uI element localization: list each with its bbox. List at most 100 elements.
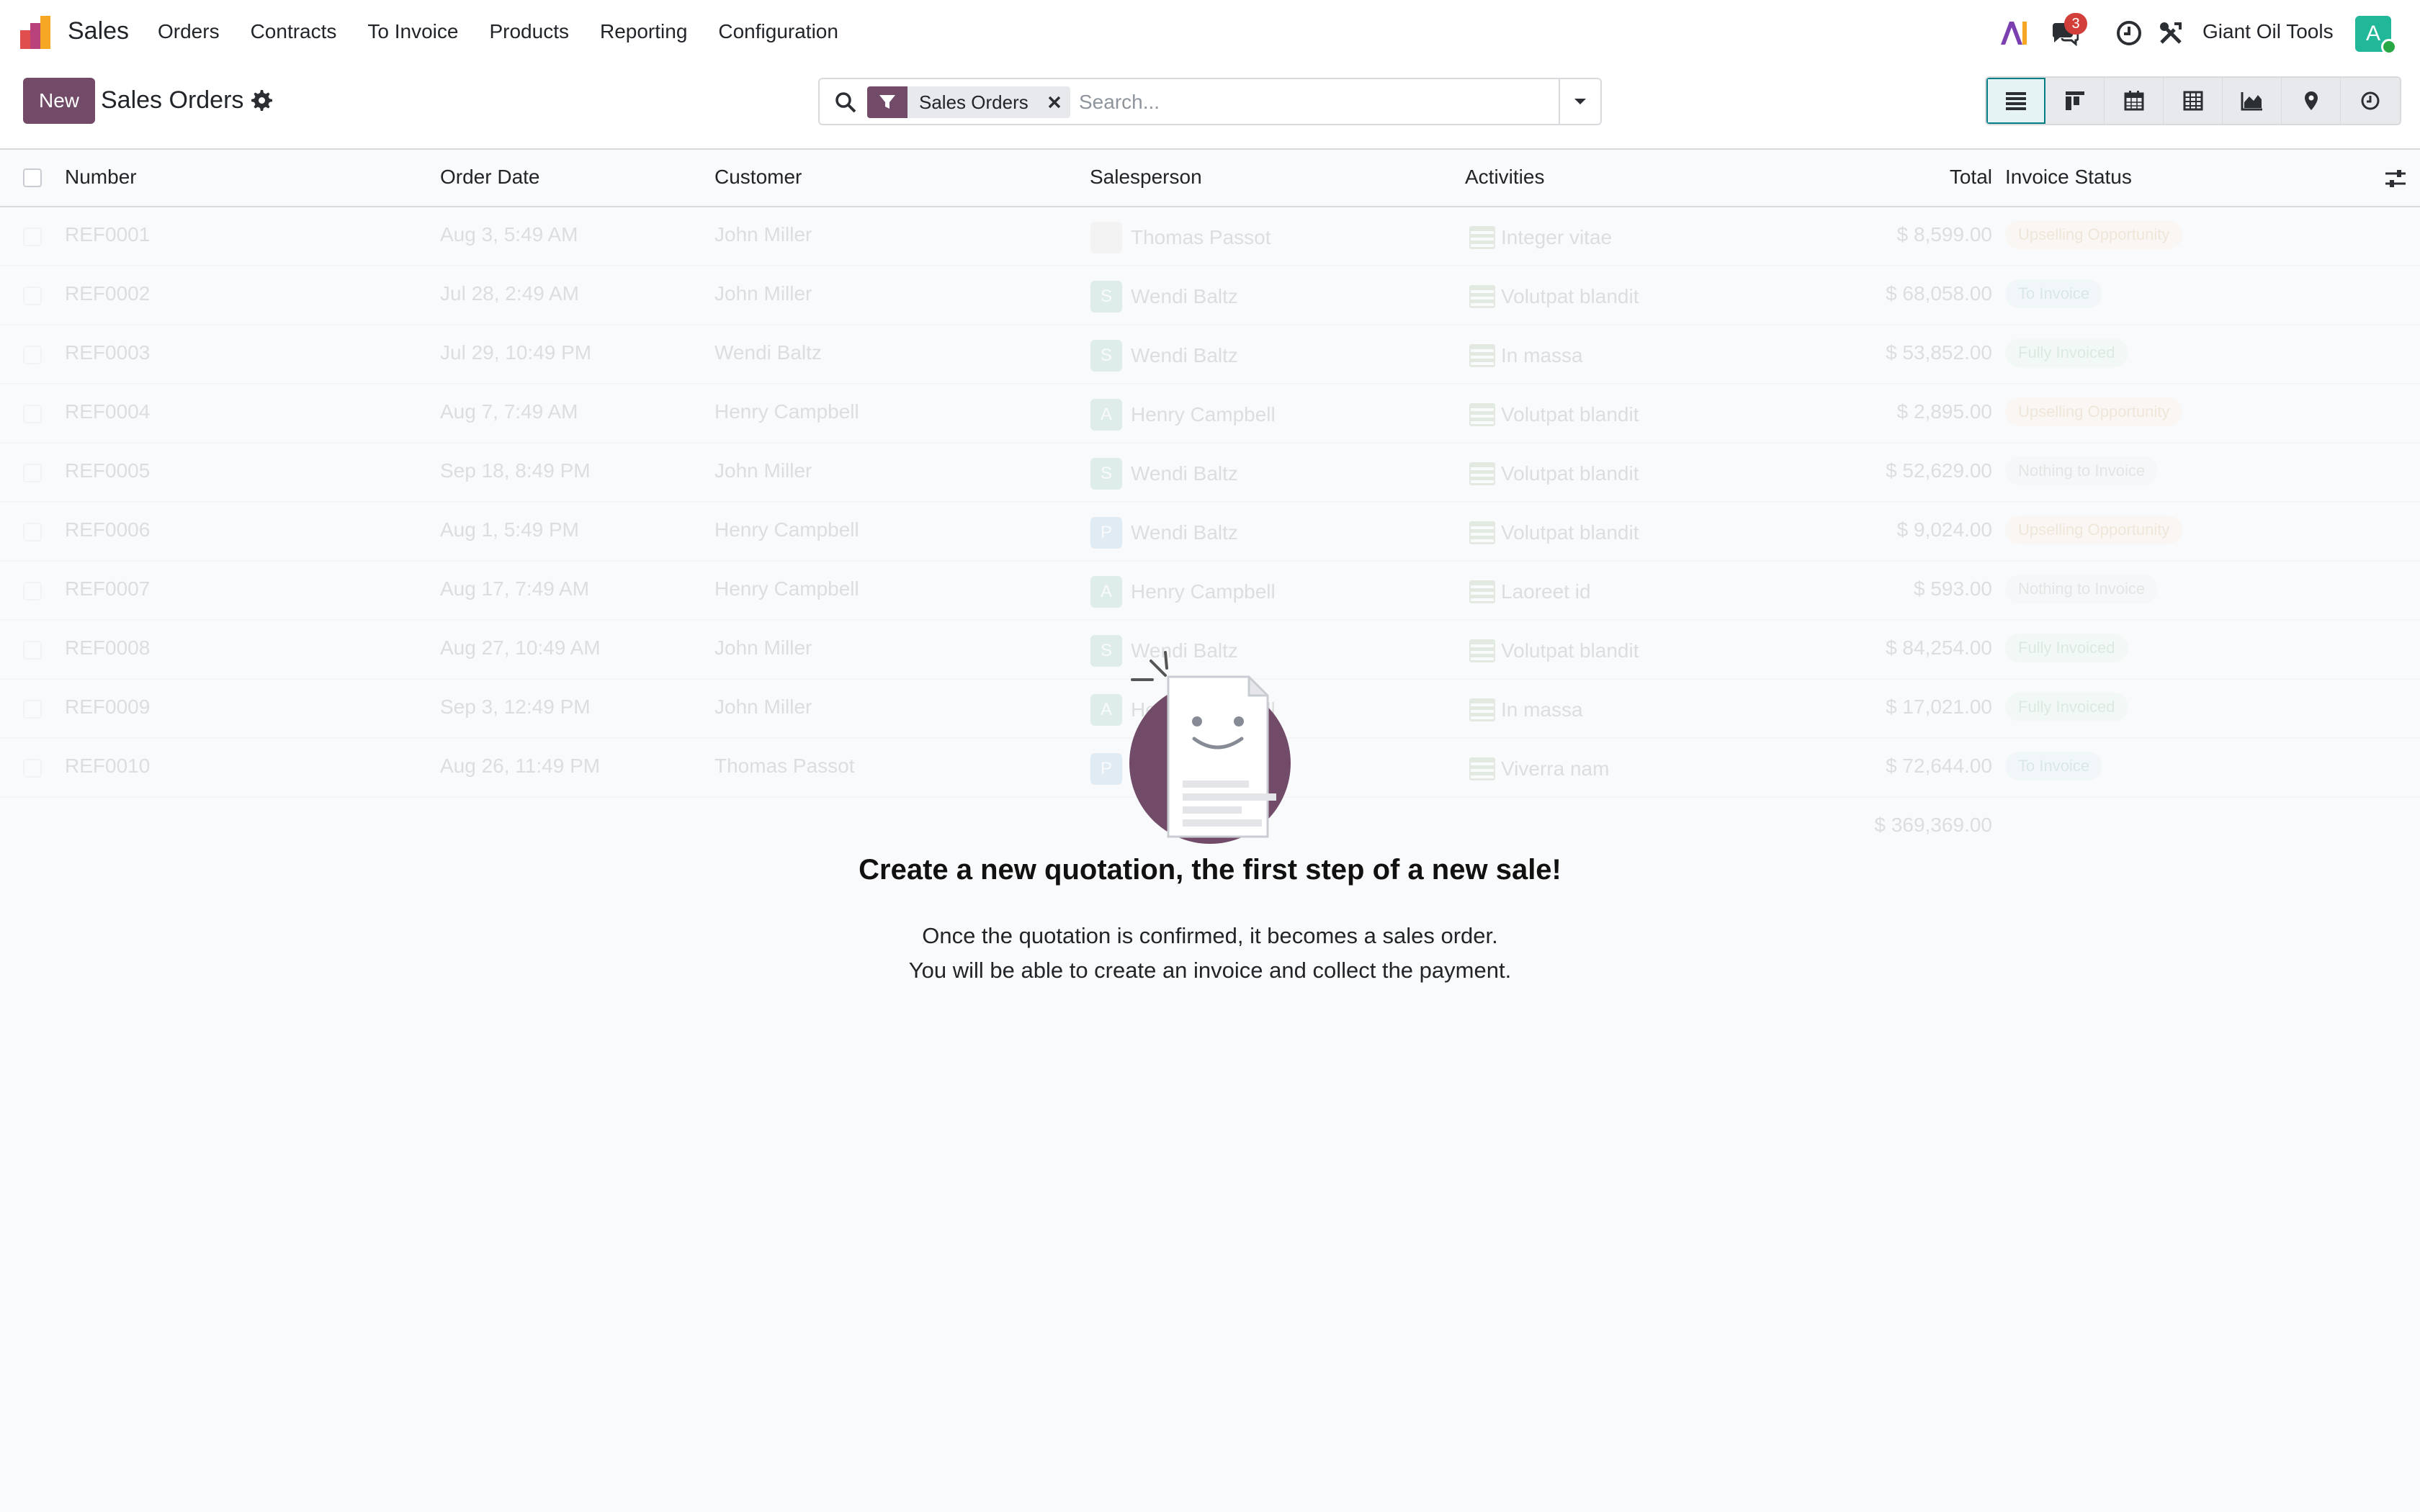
main-menu: Orders Contracts To Invoice Products Rep… [158, 20, 869, 43]
cell-total: $ 53,852.00 [1886, 341, 1992, 364]
menu-products[interactable]: Products [489, 20, 569, 43]
menu-orders[interactable]: Orders [158, 20, 220, 43]
search-options-toggle[interactable] [1559, 79, 1600, 124]
salesperson-avatar: A [1090, 694, 1122, 726]
app-name[interactable]: Sales [68, 17, 129, 45]
caret-down-icon [1574, 99, 1586, 104]
row-checkbox[interactable] [23, 405, 42, 423]
cell-order-date: Aug 1, 5:49 PM [440, 518, 580, 541]
activity-icon[interactable] [1469, 403, 1495, 426]
map-view-button[interactable] [2282, 78, 2341, 124]
menu-reporting[interactable]: Reporting [600, 20, 687, 43]
column-customer[interactable]: Customer [714, 166, 802, 189]
activity-icon[interactable] [1469, 285, 1495, 308]
empty-state-line-1: Once the quotation is confirmed, it beco… [922, 923, 1498, 948]
view-switcher [1985, 76, 2401, 125]
company-switcher[interactable]: Giant Oil Tools [2202, 20, 2334, 43]
salesperson-avatar [1090, 222, 1122, 253]
row-checkbox[interactable] [23, 464, 42, 482]
search-icon[interactable] [834, 91, 857, 114]
row-checkbox[interactable] [23, 582, 42, 600]
cell-salesperson: Henry Campbell [1131, 580, 1276, 603]
clock-icon[interactable] [2115, 19, 2143, 48]
cell-number: REF0004 [65, 400, 151, 423]
select-all-checkbox[interactable] [23, 168, 42, 187]
search-input[interactable] [1079, 85, 1540, 120]
cell-activity: Laoreet id [1501, 580, 1591, 603]
row-checkbox[interactable] [23, 641, 42, 660]
tools-icon[interactable] [2156, 19, 2185, 48]
activity-icon[interactable] [1469, 521, 1495, 544]
new-button[interactable]: New [23, 78, 95, 124]
table-icon [2183, 91, 2202, 111]
column-invoice-status[interactable]: Invoice Status [2005, 166, 2132, 189]
cell-customer: John Miller [714, 636, 812, 659]
cell-salesperson: Wendi Baltz [1131, 344, 1238, 366]
close-icon[interactable] [1039, 86, 1070, 118]
grand-total: $ 369,369.00 [1874, 814, 1993, 836]
kanban-view-button[interactable] [2045, 78, 2105, 124]
cell-total: $ 52,629.00 [1886, 459, 1992, 482]
status-badge: Nothing to Invoice [2005, 456, 2159, 485]
menu-contracts[interactable]: Contracts [251, 20, 337, 43]
salesperson-avatar: A [1090, 576, 1122, 608]
cell-number: REF0010 [65, 755, 151, 777]
activity-icon[interactable] [1469, 344, 1495, 367]
row-checkbox[interactable] [23, 287, 42, 305]
menu-to-invoice[interactable]: To Invoice [367, 20, 458, 43]
table-row[interactable]: REF0003 Jul 29, 10:49 PM Wendi Baltz S W… [0, 325, 2420, 384]
search-bar: Sales Orders [818, 78, 1602, 125]
filter-icon [867, 86, 908, 118]
cell-number: REF0006 [65, 518, 151, 541]
activity-icon[interactable] [1469, 698, 1495, 721]
status-badge: Fully Invoiced [2005, 338, 2128, 367]
cell-total: $ 68,058.00 [1886, 282, 1992, 305]
status-badge: To Invoice [2005, 752, 2103, 780]
row-checkbox[interactable] [23, 523, 42, 541]
column-order-date[interactable]: Order Date [440, 166, 540, 189]
cell-total: $ 72,644.00 [1886, 755, 1992, 777]
cell-salesperson: Henry Campbell [1131, 403, 1276, 426]
activity-icon[interactable] [1469, 462, 1495, 485]
menu-configuration[interactable]: Configuration [718, 20, 838, 43]
optional-columns-icon[interactable] [2384, 167, 2407, 190]
list-view-button[interactable] [1986, 78, 2045, 124]
column-salesperson[interactable]: Salesperson [1090, 166, 1202, 189]
activity-icon[interactable] [1469, 639, 1495, 662]
calendar-icon [2124, 91, 2143, 111]
salesperson-avatar: P [1090, 753, 1122, 785]
status-badge: Upselling Opportunity [2005, 397, 2183, 426]
cell-number: REF0008 [65, 636, 151, 659]
cell-number: REF0002 [65, 282, 151, 305]
pivot-view-button[interactable] [2164, 78, 2223, 124]
row-checkbox[interactable] [23, 228, 42, 246]
column-total[interactable]: Total [1950, 166, 1992, 189]
salesperson-avatar: S [1090, 635, 1122, 667]
gear-icon[interactable] [251, 89, 272, 111]
column-number[interactable]: Number [65, 166, 137, 189]
calendar-view-button[interactable] [2105, 78, 2164, 124]
top-navbar: Sales Orders Contracts To Invoice Produc… [0, 0, 2420, 66]
table-row[interactable]: REF0005 Sep 18, 8:49 PM John Miller S We… [0, 444, 2420, 503]
table-row[interactable]: REF0007 Aug 17, 7:49 AM Henry Campbell A… [0, 562, 2420, 621]
cell-order-date: Aug 26, 11:49 PM [440, 755, 601, 777]
column-activities[interactable]: Activities [1465, 166, 1544, 189]
empty-state-text: Once the quotation is confirmed, it beco… [0, 919, 2420, 988]
table-row[interactable]: REF0006 Aug 1, 5:49 PM Henry Campbell P … [0, 503, 2420, 562]
table-row[interactable]: REF0001 Aug 3, 5:49 AM John Miller Thoma… [0, 207, 2420, 266]
table-row[interactable]: REF0002 Jul 28, 2:49 AM John Miller S We… [0, 266, 2420, 325]
salesperson-avatar: P [1090, 517, 1122, 549]
activity-view-button[interactable] [2341, 78, 2400, 124]
graph-view-button[interactable] [2223, 78, 2282, 124]
ai-icon[interactable] [1999, 19, 2028, 48]
sales-app-icon[interactable] [20, 16, 56, 50]
list-icon [2005, 92, 2026, 110]
row-checkbox[interactable] [23, 759, 42, 778]
row-checkbox[interactable] [23, 700, 42, 719]
activity-icon[interactable] [1469, 580, 1495, 603]
row-checkbox[interactable] [23, 346, 42, 364]
activity-icon[interactable] [1469, 226, 1495, 249]
activity-icon[interactable] [1469, 757, 1495, 780]
table-row[interactable]: REF0004 Aug 7, 7:49 AM Henry Campbell A … [0, 384, 2420, 444]
cell-activity: Integer vitae [1501, 226, 1613, 248]
